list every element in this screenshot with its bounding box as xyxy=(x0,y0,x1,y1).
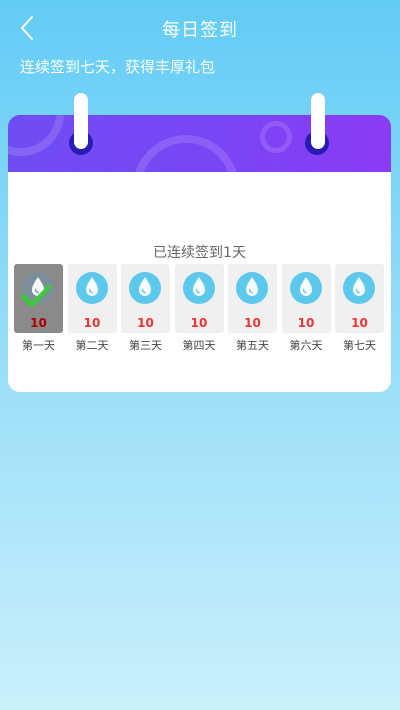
day-item[interactable]: 10 第三天 xyxy=(121,264,170,354)
water-drop-icon xyxy=(236,272,268,304)
day-points: 10 xyxy=(83,316,101,330)
day-item[interactable]: 10 第六天 xyxy=(281,264,331,354)
water-drop-icon xyxy=(75,272,108,304)
water-drop-icon xyxy=(343,272,375,304)
streak-text: 已连续签到1天 xyxy=(153,245,246,261)
calendar-header xyxy=(8,115,391,172)
day-label: 第一天 xyxy=(22,339,55,352)
day-points: 10 xyxy=(297,316,315,330)
top-bar: 每日签到 xyxy=(0,0,400,56)
day-card[interactable]: 10 xyxy=(121,264,170,333)
day-list: 10 第一天 10 第二天 10 第三天 10 第四天 10 第五天 10 第六天 10 第七天 xyxy=(14,264,386,354)
decorative-circle xyxy=(8,115,64,156)
subtitle: 连续签到七天，获得丰厚礼包 xyxy=(20,58,216,76)
day-card[interactable]: 10 xyxy=(228,264,277,333)
day-label: 第四天 xyxy=(182,339,216,352)
day-points: 10 xyxy=(244,316,261,330)
page-title: 每日签到 xyxy=(162,20,238,41)
day-item[interactable]: 10 第四天 xyxy=(174,264,224,354)
decorative-circle xyxy=(133,135,239,172)
sign-in-calendar: 已连续签到1天 10 第一天 10 第二天 10 第三天 10 第四天 10 第五天 10 第六天 10… xyxy=(8,115,391,392)
day-label: 第二天 xyxy=(75,339,109,352)
day-card[interactable]: 10 xyxy=(67,264,117,333)
day-card[interactable]: 10 xyxy=(281,264,331,333)
day-label: 第三天 xyxy=(129,339,162,352)
day-item[interactable]: 10 第七天 xyxy=(335,264,384,354)
day-card[interactable]: 10 xyxy=(335,264,384,333)
day-label: 第七天 xyxy=(343,339,376,352)
water-drop-icon xyxy=(129,272,161,304)
day-points: 10 xyxy=(137,316,154,330)
checkmark-icon xyxy=(20,284,52,308)
day-points: 10 xyxy=(351,316,368,330)
day-label: 第五天 xyxy=(236,339,269,352)
water-drop-icon xyxy=(182,272,215,304)
day-label: 第六天 xyxy=(289,339,323,352)
binder-ring xyxy=(74,93,88,149)
decorative-circle xyxy=(260,121,292,153)
binder-ring xyxy=(311,93,325,149)
day-points: 10 xyxy=(30,316,47,330)
day-item[interactable]: 10 第五天 xyxy=(228,264,277,354)
day-item[interactable]: 10 第二天 xyxy=(67,264,117,354)
day-card[interactable]: 10 xyxy=(174,264,224,333)
day-item[interactable]: 10 第一天 xyxy=(14,264,63,354)
day-card[interactable]: 10 xyxy=(14,264,63,333)
water-drop-icon xyxy=(289,272,322,304)
calendar-body: 已连续签到1天 10 第一天 10 第二天 10 第三天 10 第四天 10 第五天 10 第六天 10… xyxy=(8,172,391,392)
day-points: 10 xyxy=(190,316,208,330)
